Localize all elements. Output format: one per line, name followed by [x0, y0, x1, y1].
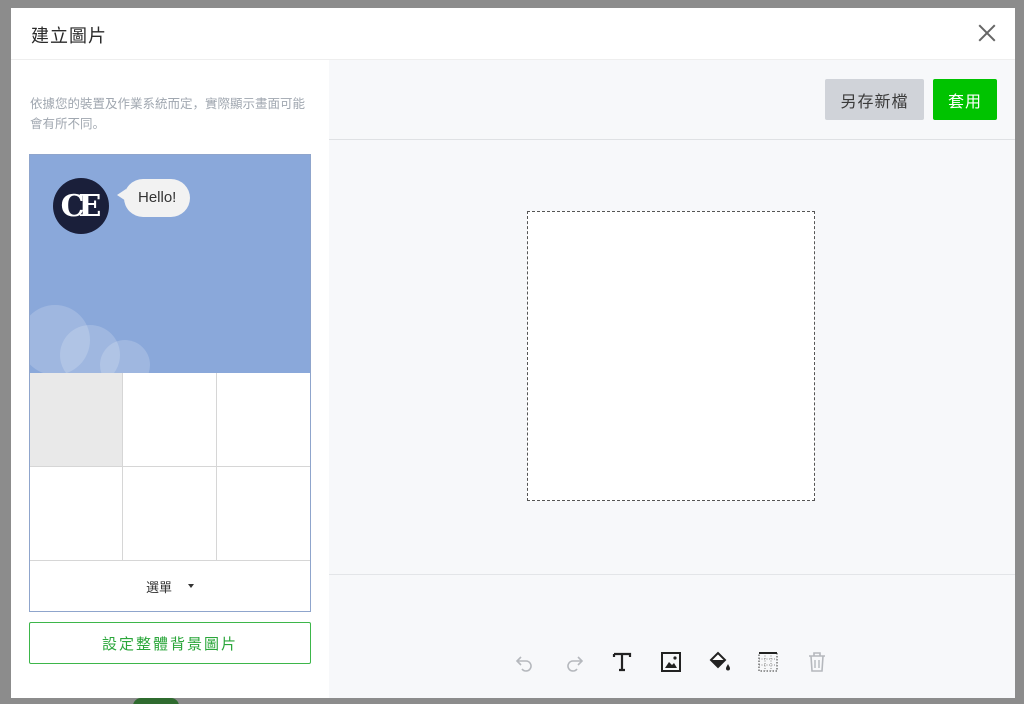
text-icon[interactable]: [606, 646, 638, 678]
modal-title: 建立圖片: [31, 26, 107, 47]
chat-area: CE Hello!: [30, 155, 310, 373]
menu-cell[interactable]: [123, 467, 217, 561]
close-icon[interactable]: [977, 23, 997, 43]
editor-panel: 另存新檔 套用: [329, 60, 1015, 698]
menu-bar[interactable]: 選單: [30, 561, 310, 611]
menu-cell[interactable]: [123, 373, 217, 467]
image-icon[interactable]: [655, 646, 687, 678]
avatar: CE: [53, 178, 109, 234]
chat-bubble: Hello!: [116, 179, 191, 217]
undo-icon[interactable]: [509, 646, 541, 678]
set-background-image-button[interactable]: 設定整體背景圖片: [29, 622, 311, 664]
save-as-button[interactable]: 另存新檔: [825, 79, 924, 120]
trash-icon[interactable]: [801, 646, 833, 678]
grid-icon[interactable]: [752, 646, 784, 678]
chat-preview: CE Hello! 選單: [29, 154, 311, 612]
preview-hint: 依據您的裝置及作業系統而定，實際顯示畫面可能會有所不同。: [30, 96, 306, 131]
menu-cell[interactable]: [30, 467, 124, 561]
menu-cell[interactable]: [216, 373, 310, 467]
fill-bucket-icon[interactable]: [704, 646, 736, 678]
menu-bar-label: 選單: [145, 580, 172, 596]
redo-icon[interactable]: [558, 646, 590, 678]
modal-header: 建立圖片: [11, 8, 1015, 60]
canvas-zone: [329, 140, 1015, 575]
menu-cell[interactable]: [216, 467, 310, 561]
editing-canvas[interactable]: [527, 211, 815, 501]
menu-cell[interactable]: [30, 373, 124, 467]
editor-top-bar: 另存新檔 套用: [329, 60, 1015, 140]
editor-toolbar: [501, 642, 841, 682]
background-toggle: [133, 698, 179, 704]
preview-panel: 依據您的裝置及作業系統而定，實際顯示畫面可能會有所不同。 CE Hello! 選…: [11, 60, 329, 698]
rich-menu-grid: [30, 373, 310, 561]
caret-down-icon: [188, 584, 194, 588]
create-image-modal: 建立圖片 依據您的裝置及作業系統而定，實際顯示畫面可能會有所不同。 CE Hel…: [11, 8, 1015, 698]
apply-button[interactable]: 套用: [933, 79, 997, 120]
